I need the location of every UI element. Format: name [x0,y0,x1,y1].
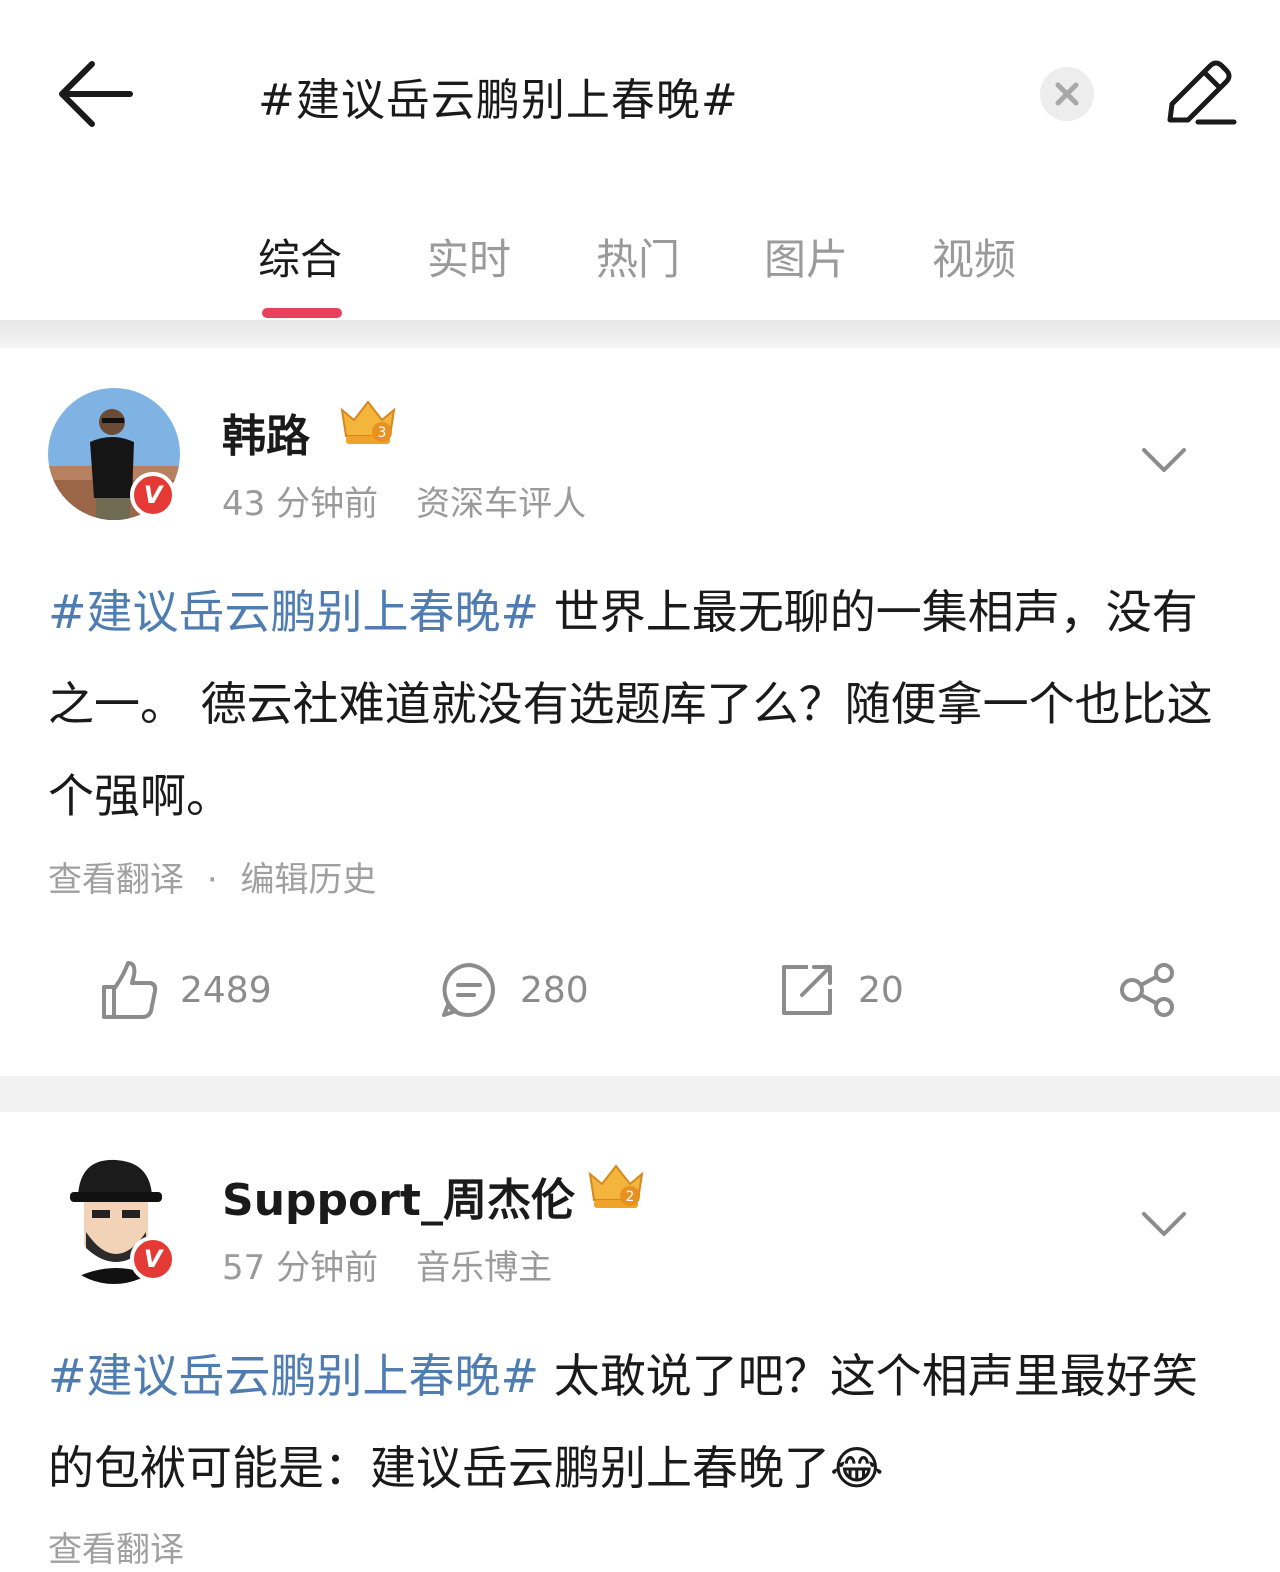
view-translation-link[interactable]: 查看翻译 [48,860,184,900]
repost-icon [782,965,832,1015]
user-role: 音乐博主 [416,1248,553,1288]
post-actions: 2489 280 20 [0,950,1280,1030]
post-time: 43 分钟前 [222,484,379,524]
back-arrow-icon[interactable] [52,56,136,132]
chevron-down-icon[interactable] [1140,1208,1188,1242]
thumbs-up-icon [102,961,158,1019]
hashtag-link[interactable]: #建议岳云鹏别上春晚# [48,1349,539,1403]
hashtag-link[interactable]: #建议岳云鹏别上春晚# [48,585,539,639]
tab-realtime[interactable]: 实时 [427,226,511,287]
tab-images[interactable]: 图片 [764,226,848,287]
comment-count: 280 [520,969,589,1011]
share-button[interactable] [1118,950,1178,1030]
edit-pencil-icon[interactable] [1158,54,1238,134]
verified-badge: V [130,1236,176,1282]
link-separator: · [206,860,218,900]
like-count: 2489 [180,969,272,1011]
post-time: 57 分钟前 [222,1248,379,1288]
tab-videos[interactable]: 视频 [932,226,1016,287]
section-divider [0,320,1280,348]
post-meta: 43 分钟前 资深车评人 [222,476,586,525]
post-links: 查看翻译 · 编辑历史 [48,852,376,901]
post-content: #建议岳云鹏别上春晚# 世界上最无聊的一集相声，没有之一。 德云社难道就没有选题… [48,566,1238,842]
chevron-down-icon[interactable] [1140,444,1188,478]
feed-post: V 韩路 3 43 分钟前 资深车评人 #建议岳云鹏别上春晚# 世界上最无聊的一集… [0,348,1280,1076]
comment-button[interactable]: 280 [440,950,589,1030]
view-translation-link[interactable]: 查看翻译 [48,1530,184,1570]
edit-history-link[interactable]: 编辑历史 [240,860,376,900]
active-tab-indicator [262,308,342,318]
top-bar: #建议岳云鹏别上春晚# [0,0,1280,190]
crown-level-icon: 3 [336,396,400,448]
username[interactable]: 韩路 [222,400,310,464]
tab-hot[interactable]: 热门 [596,226,680,287]
crown-level-icon: 2 [584,1160,648,1212]
repost-count: 20 [858,969,904,1011]
tab-bar: 综合 实时 热门 图片 视频 [0,210,1280,320]
comment-icon [442,963,495,1017]
clear-search-button[interactable] [1040,67,1094,121]
like-button[interactable]: 2489 [100,950,272,1030]
share-icon [1120,963,1174,1017]
verified-badge: V [130,472,176,518]
repost-button[interactable]: 20 [780,950,904,1030]
crown-level: 3 [378,425,387,441]
post-links: 查看翻译 [48,1522,184,1571]
feed-post: V Support_周杰伦 2 57 分钟前 音乐博主 #建议岳云鹏别上春晚# 太… [0,1112,1280,1572]
crown-level: 2 [626,1189,635,1205]
section-divider [0,1076,1280,1112]
search-query[interactable]: #建议岳云鹏别上春晚# [258,64,739,128]
tab-comprehensive[interactable]: 综合 [258,226,342,287]
close-icon [1055,82,1079,106]
laughing-emoji-icon: 😂 [830,1441,884,1495]
user-role: 资深车评人 [416,484,587,524]
post-meta: 57 分钟前 音乐博主 [222,1240,552,1289]
username[interactable]: Support_周杰伦 [222,1164,575,1228]
post-content: #建议岳云鹏别上春晚# 太敢说了吧？这个相声里最好笑的包袱可能是：建议岳云鹏别上… [48,1330,1238,1514]
